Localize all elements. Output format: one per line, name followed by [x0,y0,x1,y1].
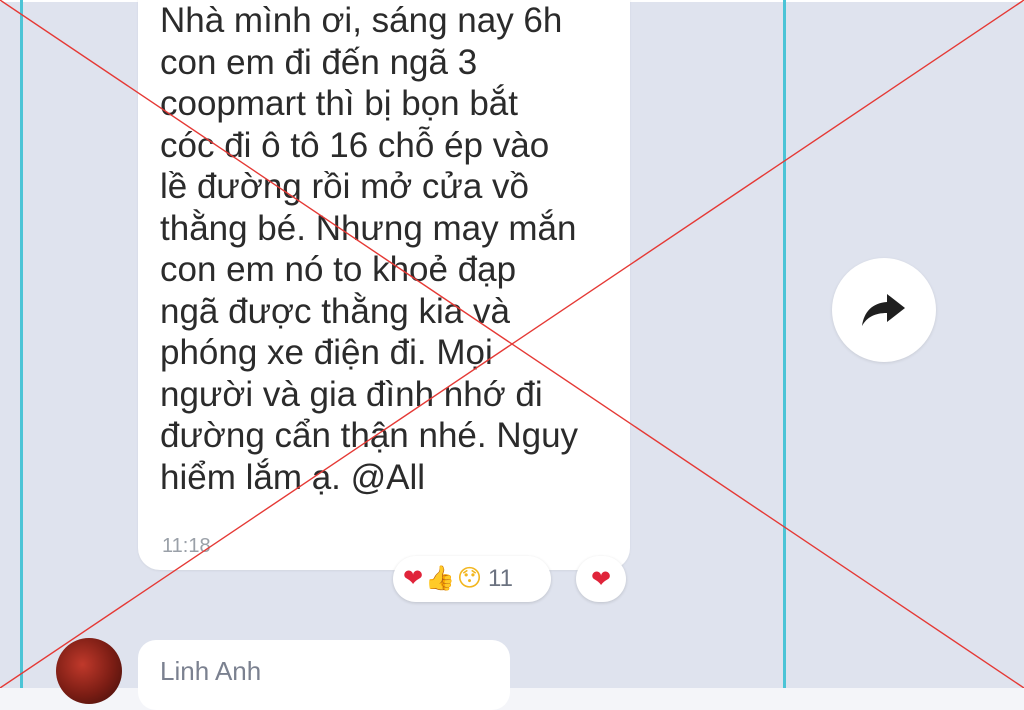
thumbs-up-reaction-icon: 👍 [425,565,455,592]
sender-name: Linh Anh [160,656,262,686]
avatar[interactable] [56,638,122,704]
wow-reaction-icon: 😯 [457,565,483,592]
frame-line-right [783,0,786,688]
frame-line-left [20,0,23,688]
react-heart-button[interactable]: ❤ [576,556,626,602]
message-timestamp: 11:18 [162,535,211,557]
heart-icon: ❤ [590,565,612,593]
message-text: Nhà mình ơi, sáng nay 6h con em đi đến n… [160,1,579,497]
reactions-summary[interactable]: ❤ 👍 😯 11 [393,556,551,602]
reaction-count: 11 [488,565,513,592]
share-arrow-icon [862,294,905,326]
share-button[interactable] [832,258,936,362]
heart-reaction-icon: ❤ [403,565,424,592]
